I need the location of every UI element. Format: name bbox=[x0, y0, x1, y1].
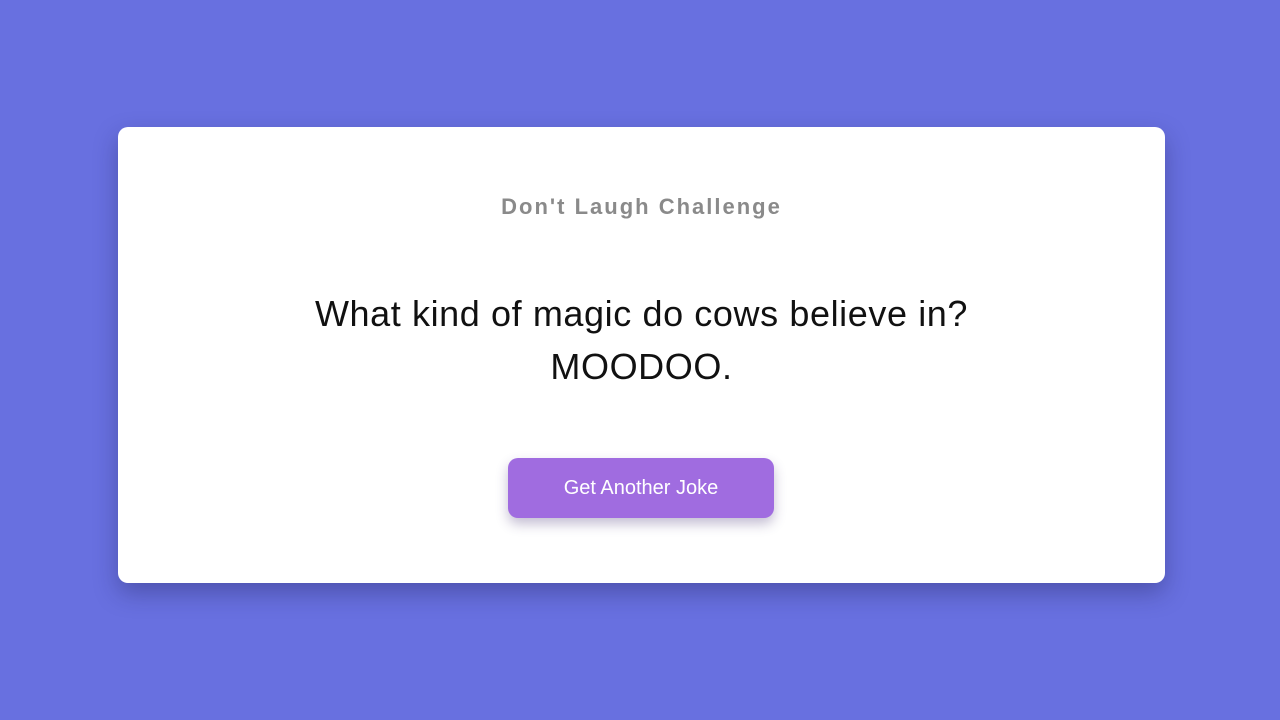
joke-text: What kind of magic do cows believe in? M… bbox=[178, 287, 1105, 393]
app-title: Don't Laugh Challenge bbox=[501, 194, 782, 219]
joke-setup: What kind of magic do cows believe in? bbox=[314, 293, 969, 334]
joke-card: Don't Laugh Challenge What kind of magic… bbox=[118, 127, 1165, 583]
joke-punchline: MOODOO. bbox=[550, 346, 733, 387]
get-another-joke-button[interactable]: Get Another Joke bbox=[508, 458, 774, 518]
